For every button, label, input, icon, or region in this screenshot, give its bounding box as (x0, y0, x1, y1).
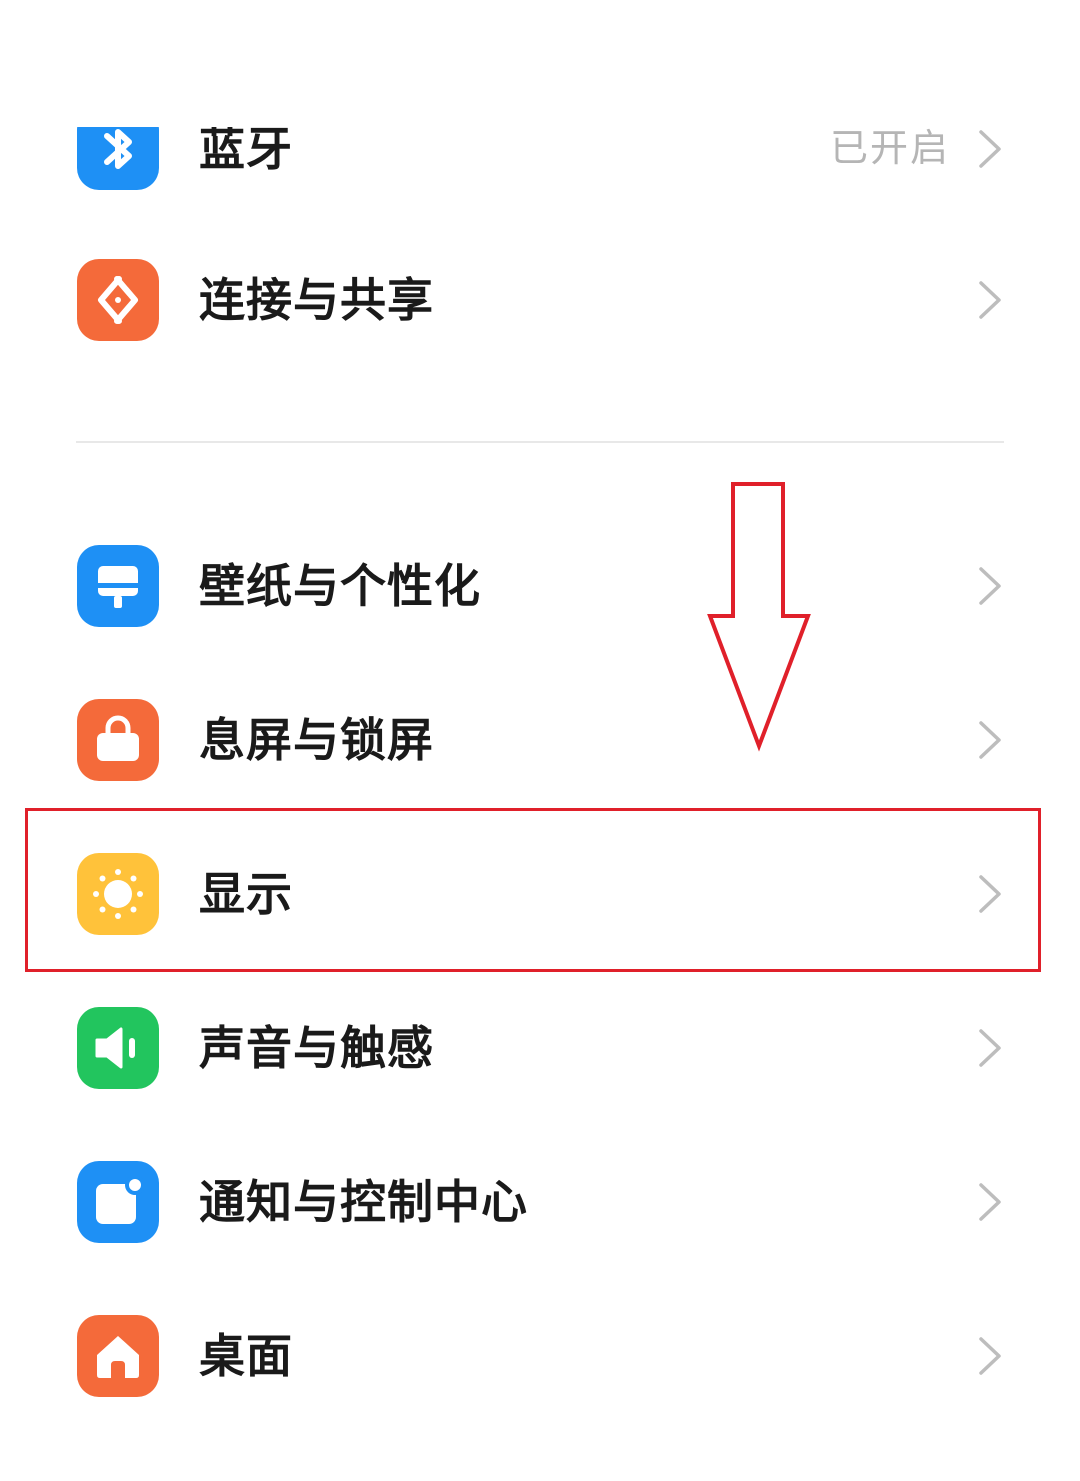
settings-item-connection-share[interactable]: 连接与共享 (0, 223, 1080, 377)
connection-share-icon (77, 259, 159, 341)
chevron-right-icon (976, 874, 1004, 914)
settings-item-notification[interactable]: 通知与控制中心 (0, 1125, 1080, 1279)
chevron-right-icon (976, 129, 1004, 169)
chevron-right-icon (976, 1182, 1004, 1222)
lock-icon (77, 699, 159, 781)
settings-item-label: 息屏与锁屏 (199, 713, 434, 767)
settings-item-sound[interactable]: 声音与触感 (0, 971, 1080, 1125)
settings-item-value: 已开启 (829, 126, 950, 170)
chevron-right-icon (976, 1336, 1004, 1376)
settings-item-label: 壁纸与个性化 (199, 559, 481, 613)
sun-icon (77, 853, 159, 935)
home-icon (77, 1315, 159, 1397)
settings-item-desktop[interactable]: 桌面 (0, 1279, 1080, 1433)
settings-item-label: 显示 (199, 867, 293, 921)
settings-item-label: 连接与共享 (199, 273, 434, 327)
chevron-right-icon (976, 720, 1004, 760)
settings-list: 蓝牙 已开启 连接与共享 壁纸与个性化 息屏与锁屏 显示 声音与触感 通知与控制… (0, 0, 1080, 1481)
settings-item-label: 蓝牙 (199, 122, 293, 176)
settings-item-display[interactable]: 显示 (0, 817, 1080, 971)
header-background (0, 0, 1080, 127)
wallpaper-icon (77, 545, 159, 627)
settings-item-lockscreen[interactable]: 息屏与锁屏 (0, 663, 1080, 817)
chevron-right-icon (976, 566, 1004, 606)
section-divider (76, 441, 1004, 443)
settings-item-wallpaper[interactable]: 壁纸与个性化 (0, 509, 1080, 663)
speaker-icon (77, 1007, 159, 1089)
chevron-right-icon (976, 280, 1004, 320)
notification-icon (77, 1161, 159, 1243)
settings-item-label: 桌面 (199, 1329, 293, 1383)
settings-item-label: 声音与触感 (199, 1021, 434, 1075)
settings-item-label: 通知与控制中心 (199, 1175, 528, 1229)
chevron-right-icon (976, 1028, 1004, 1068)
